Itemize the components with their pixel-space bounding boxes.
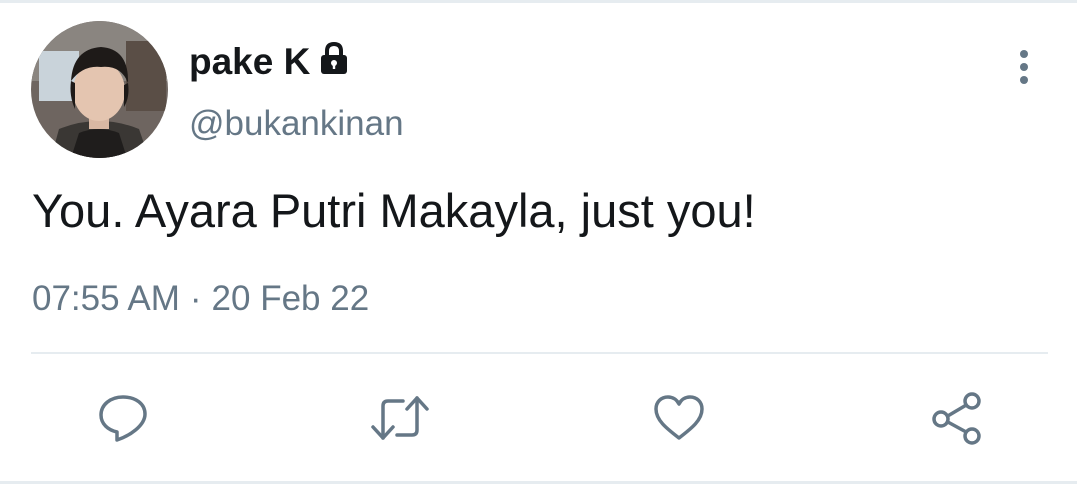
share-button[interactable] xyxy=(927,388,987,448)
author-handle[interactable]: @bukankinan xyxy=(189,102,404,146)
tweet-timestamp: 07:55 AM · 20 Feb 22 xyxy=(32,277,369,321)
tweet-time[interactable]: 07:55 AM xyxy=(32,279,180,318)
share-icon xyxy=(932,392,981,445)
timestamp-separator: · xyxy=(189,279,202,318)
display-name[interactable]: pake K xyxy=(189,40,352,84)
bottom-separator xyxy=(0,481,1077,484)
more-options-button[interactable] xyxy=(1008,48,1040,86)
author-name: pake K xyxy=(189,41,311,82)
lock-icon xyxy=(316,40,352,81)
reply-button[interactable] xyxy=(93,388,153,448)
tweet-text: You. Ayara Putri Makayla, just you! xyxy=(32,184,756,237)
more-vertical-icon xyxy=(1020,50,1028,84)
top-separator xyxy=(0,0,1077,3)
actions-divider xyxy=(31,352,1048,354)
avatar[interactable] xyxy=(31,21,168,158)
tweet-date[interactable]: 20 Feb 22 xyxy=(212,279,370,318)
like-button[interactable] xyxy=(649,388,709,448)
retweet-button[interactable] xyxy=(370,388,430,448)
heart-icon xyxy=(654,395,704,440)
retweet-icon xyxy=(371,396,429,440)
comment-icon xyxy=(99,395,147,442)
profile-photo xyxy=(31,21,168,158)
